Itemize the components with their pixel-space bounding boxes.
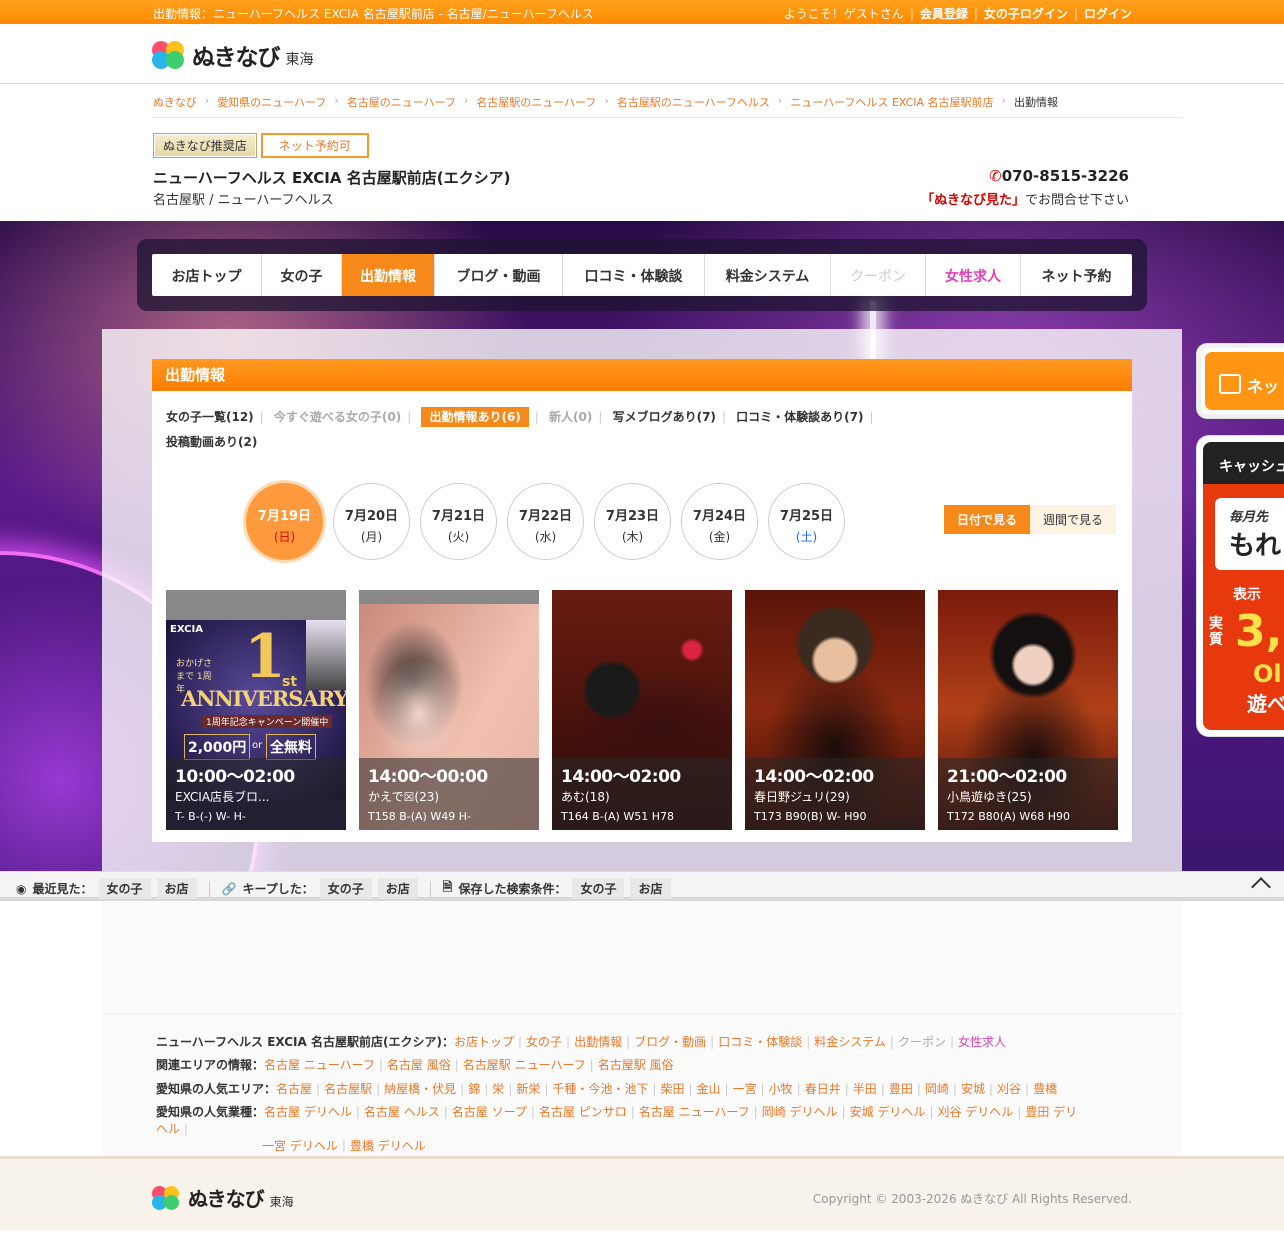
filter-blog[interactable]: 写メブログあり(7)	[613, 410, 716, 424]
tab-pricing[interactable]: 料金システム	[705, 254, 831, 296]
site-footer: ぬきなび 東海 Copyright © 2003-2026 ぬきなび All R…	[0, 1156, 1284, 1230]
breadcrumb-current: 出勤情報	[1013, 96, 1058, 109]
panel-title: 出勤情報	[152, 359, 1132, 391]
breadcrumb-item[interactable]: 名古屋駅のニューハーフヘルス	[617, 94, 770, 110]
kept-label: キープした：	[242, 882, 314, 896]
logo-mark-icon	[152, 41, 186, 69]
recommended-badge: ぬきなび推奨店	[153, 133, 257, 158]
saved-girls-button[interactable]: 女の子	[572, 878, 625, 899]
related-links: ニューハーフヘルス EXCIA 名古屋駅前店(エクシア)：お店トップ | 女の子 | 出…	[102, 1013, 1182, 1156]
breadcrumb-item[interactable]: 愛知県のニューハーフ	[217, 94, 326, 110]
phone-note: 「ぬきなび見た」でお問合せ下さい	[921, 193, 1129, 208]
net-reserve-badge: ネット予約可	[260, 133, 369, 158]
girl-card[interactable]: 14:00〜02:00 あむ(18) T164 B-(A) W51 H78	[552, 590, 732, 830]
date-selector: 7月19日 (日) 7月20日 (月) 7月21日 (火) 7月22日 (水) 7月23…	[246, 483, 845, 560]
site-logo[interactable]: ぬきなび 東海	[152, 38, 314, 72]
tab-net-reserve[interactable]: ネット予約	[1021, 254, 1132, 296]
top-bar: 出勤情報：ニューハーフヘルス EXCIA 名古屋駅前店 - 名古屋/ニューハーフ…	[0, 0, 1284, 24]
kept-shops-button[interactable]: お店	[377, 878, 418, 899]
day-button[interactable]: 7月22日 (水)	[507, 483, 584, 560]
welcome-text: ようこそ！ゲストさん	[783, 7, 904, 21]
logo-area: 東海	[285, 52, 314, 68]
recent-girls-button[interactable]: 女の子	[98, 878, 151, 899]
saved-shops-button[interactable]: お店	[630, 878, 671, 899]
shop-nav: お店トップ 女の子 出勤情報 ブログ・動画 口コミ・体験談 料金システム クーポ…	[152, 254, 1132, 296]
history-bar: ◉ 最近見た： 女の子 お店 🔗 キープした： 女の子 お店 🗎 保存した検索条…	[0, 871, 1284, 901]
logo-text: ぬきなび	[192, 45, 281, 71]
girl-card[interactable]: EXCIA おかげさまで 1周年 1 st ANNIVERSARY 1周年記念キ…	[166, 590, 346, 830]
phone-icon: ✆	[989, 167, 1002, 185]
eye-icon: ◉	[16, 881, 27, 896]
saved-search-label: 保存した検索条件：	[458, 882, 567, 896]
tab-girls[interactable]: 女の子	[262, 254, 342, 296]
tab-job[interactable]: 女性求人	[926, 254, 1021, 296]
breadcrumb-item[interactable]: 名古屋のニューハーフ	[347, 94, 456, 110]
breadcrumb-item[interactable]: ぬきなび	[153, 94, 197, 110]
page-heading-text: 出勤情報：ニューハーフヘルス EXCIA 名古屋駅前店 - 名古屋/ニューハーフ…	[153, 7, 594, 21]
filter-video[interactable]: 投稿動画あり(2)	[166, 435, 257, 449]
tab-reviews[interactable]: 口コミ・体験談	[563, 254, 705, 296]
tab-schedule[interactable]: 出勤情報	[342, 254, 435, 296]
shop-category: 名古屋駅 / ニューハーフヘルス	[153, 193, 334, 208]
kept-girls-button[interactable]: 女の子	[319, 878, 372, 899]
girl-card[interactable]: 14:00〜02:00 春日野ジュリ(29) T173 B90(B) W- H90	[745, 590, 925, 830]
recent-label: 最近見た：	[32, 882, 93, 896]
shop-name: ニューハーフヘルス EXCIA 名古屋駅前店(エクシア)	[153, 169, 511, 187]
filter-scheduled[interactable]: 出勤情報あり(6)	[421, 407, 529, 427]
divider	[152, 117, 1182, 118]
breadcrumb-item[interactable]: ニューハーフヘルス EXCIA 名古屋駅前店	[790, 94, 993, 110]
link-icon: 🔗	[221, 881, 237, 896]
popular-area-links-row: 愛知県の人気エリア：名古屋 | 名古屋駅 | 納屋橋・伏見 | 錦 | 栄 | 新栄 | 千種・今池・池…	[156, 1082, 1058, 1096]
filter-reviews[interactable]: 口コミ・体験談あり(7)	[736, 410, 863, 424]
breadcrumb-item[interactable]: 名古屋駅のニューハーフ	[476, 94, 596, 110]
view-by-week-button[interactable]: 週間で見る	[1029, 505, 1116, 534]
recent-shops-button[interactable]: お店	[156, 878, 197, 899]
footer-logo[interactable]: ぬきなび 東海	[152, 1183, 294, 1212]
day-button[interactable]: 7月21日 (火)	[420, 483, 497, 560]
girl-card[interactable]: 14:00〜00:00 かえで☒(23) T158 B-(A) W49 H-	[359, 590, 539, 830]
copyright: Copyright © 2003-2026 ぬきなび All Rights Re…	[812, 1192, 1132, 1206]
view-toggle: 日付で見る 週間で見る	[943, 505, 1116, 534]
tab-coupon: クーポン	[831, 254, 926, 296]
filter-now: 今すぐ遊べる女の子(0)	[273, 410, 402, 424]
filter-new: 新人(0)	[549, 410, 593, 424]
breadcrumb: ぬきなび › 愛知県のニューハーフ › 名古屋のニューハーフ › 名古屋駅のニューハー…	[153, 94, 1058, 110]
register-link[interactable]: 会員登録	[920, 5, 968, 22]
site-header: ぬきなび 東海	[0, 24, 1284, 84]
area-links-row: 関連エリアの情報：名古屋 ニューハーフ | 名古屋 風俗 | 名古屋駅 ニューハーフ | 名…	[156, 1058, 674, 1072]
side-cashback-banner[interactable]: キャッシュ 毎月先もれ 表示 実質 3,0 Ol 遊べ	[1197, 436, 1284, 736]
day-button[interactable]: 7月25日 (土)	[768, 483, 845, 560]
day-button[interactable]: 7月24日 (金)	[681, 483, 758, 560]
day-button[interactable]: 7月19日 (日)	[246, 483, 323, 560]
side-net-reserve-button[interactable]: ネッ	[1197, 344, 1284, 418]
shop-links-row: ニューハーフヘルス EXCIA 名古屋駅前店(エクシア)：お店トップ | 女の子 | 出…	[156, 1035, 1007, 1049]
tab-shop-top[interactable]: お店トップ	[152, 254, 262, 296]
girl-login-link[interactable]: 女の子ログイン	[984, 5, 1068, 22]
calendar-icon	[1219, 374, 1241, 394]
filter-links: 女の子一覧(12) | 今すぐ遊べる女の子(0) | 出勤情報あり(6) | 新人(0…	[166, 405, 926, 455]
chevron-up-icon[interactable]	[1251, 877, 1271, 897]
filter-all[interactable]: 女の子一覧(12)	[166, 410, 254, 424]
day-button[interactable]: 7月23日 (木)	[594, 483, 671, 560]
day-button[interactable]: 7月20日 (月)	[333, 483, 410, 560]
tab-blog-video[interactable]: ブログ・動画	[435, 254, 563, 296]
girl-card[interactable]: 21:00〜02:00 小鳥遊ゆき(25) T172 B80(A) W68 H90	[938, 590, 1118, 830]
login-link[interactable]: ログイン	[1084, 5, 1132, 22]
shop-phone[interactable]: ✆070-8515-3226	[989, 167, 1129, 185]
popular-genre-links-row: 愛知県の人気業種：名古屋 デリヘル | 名古屋 ヘルス | 名古屋 ソープ | 名古屋 ピン…	[156, 1105, 1078, 1153]
schedule-panel: 出勤情報 女の子一覧(12) | 今すぐ遊べる女の子(0) | 出勤情報あり(6) |…	[152, 359, 1132, 842]
document-icon: 🗎	[442, 880, 453, 894]
ad-space	[102, 901, 1182, 1013]
girl-cards: EXCIA おかげさまで 1周年 1 st ANNIVERSARY 1周年記念キ…	[166, 590, 1118, 830]
logo-mark-icon	[152, 1185, 182, 1210]
shop-badges: ぬきなび推奨店 ネット予約可	[153, 133, 369, 158]
view-by-date-button[interactable]: 日付で見る	[943, 505, 1030, 534]
